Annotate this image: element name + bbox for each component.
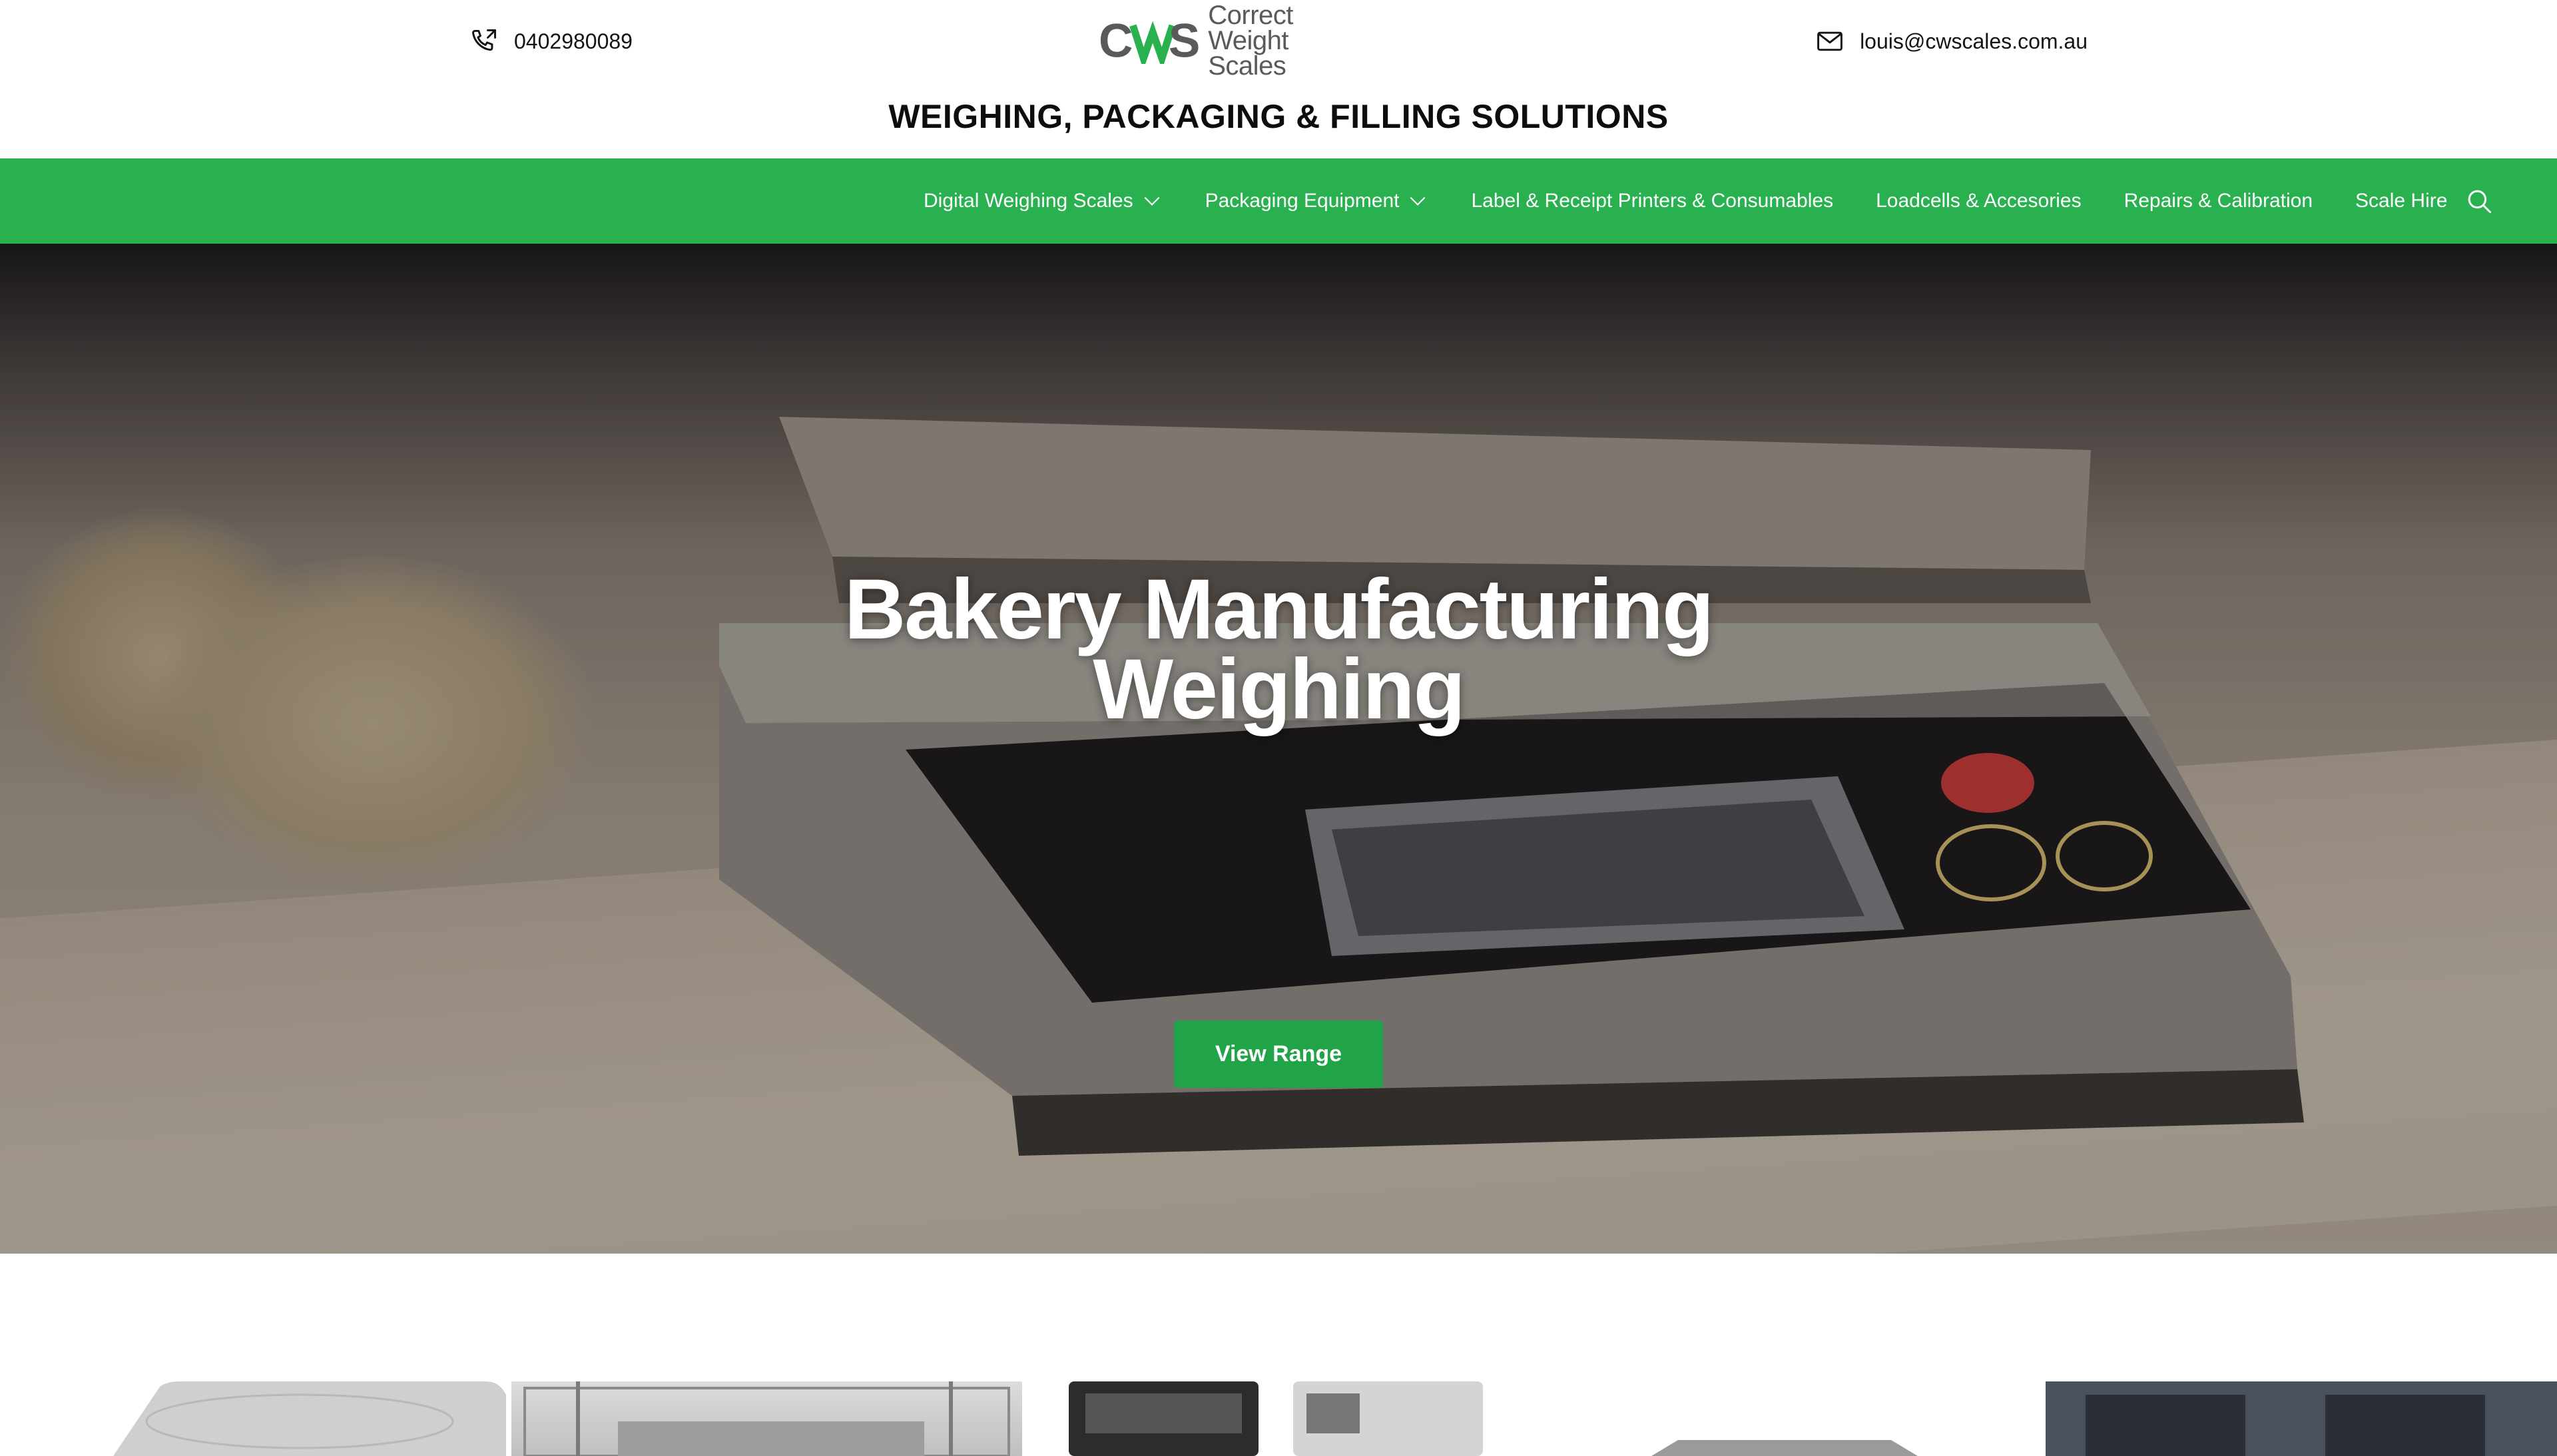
email-link[interactable]: louis@cwscales.com.au — [1860, 29, 2088, 54]
product-tile-printers[interactable] — [1065, 1381, 1485, 1456]
phone-icon — [469, 26, 499, 57]
product-category-strip — [0, 1381, 2557, 1456]
phone-number-link[interactable]: 0402980089 — [514, 29, 633, 54]
nav-item-packaging-equipment[interactable]: Packaging Equipment — [1184, 158, 1450, 244]
product-tile-scale-hire[interactable] — [2046, 1381, 2557, 1456]
nav-item-loadcells[interactable]: Loadcells & Accesories — [1854, 158, 2103, 244]
phone-contact[interactable]: 0402980089 — [469, 24, 633, 59]
nav-menu: Digital Weighing Scales Packaging Equipm… — [924, 158, 2495, 244]
svg-text:S: S — [1169, 17, 1201, 64]
email-contact[interactable]: louis@cwscales.com.au — [1815, 24, 2088, 59]
product-image-loadcell — [1651, 1440, 1918, 1456]
logo-line-2: Weight Scales — [1208, 26, 1289, 81]
product-image-packaging-machine — [523, 1381, 1010, 1456]
main-navigation: Digital Weighing Scales Packaging Equipm… — [0, 158, 2557, 244]
mail-icon — [1815, 26, 1845, 57]
search-button[interactable] — [2463, 185, 2495, 217]
site-logo[interactable]: C S Correct Weight Scales — [1099, 2, 1372, 79]
hero-content: Bakery Manufacturing Weighing View Range — [0, 244, 2557, 1254]
nav-item-label: Scale Hire — [2355, 190, 2448, 212]
product-tile-packaging[interactable] — [511, 1381, 1022, 1456]
product-image-label-printers — [1069, 1381, 1483, 1456]
chevron-down-icon — [1144, 196, 1160, 206]
product-tile-loadcells[interactable] — [1651, 1381, 1918, 1456]
chevron-down-icon — [1410, 196, 1426, 206]
nav-item-repairs-calibration[interactable]: Repairs & Calibration — [2103, 158, 2334, 244]
logo-wordmark: Correct Weight Scales — [1208, 1, 1372, 81]
nav-item-label: Loadcells & Accesories — [1876, 190, 2082, 212]
logo-line-1: Correct — [1208, 1, 1293, 30]
site-tagline: WEIGHING, PACKAGING & FILLING SOLUTIONS — [888, 98, 1669, 135]
nav-item-label: Digital Weighing Scales — [924, 190, 1133, 212]
product-image-warehouse — [2046, 1381, 2557, 1456]
nav-item-scale-hire[interactable]: Scale Hire — [2334, 158, 2460, 244]
hero-title: Bakery Manufacturing Weighing — [712, 567, 1845, 732]
nav-item-label-printers[interactable]: Label & Receipt Printers & Consumables — [1450, 158, 1854, 244]
top-header: 0402980089 C S Correct Weight Scales lou… — [0, 0, 2557, 158]
hero-title-line-2: Weighing — [1093, 642, 1466, 737]
nav-item-label: Repairs & Calibration — [2124, 190, 2313, 212]
nav-item-label: Label & Receipt Printers & Consumables — [1471, 190, 1834, 212]
product-image-bench-scale — [113, 1381, 506, 1456]
product-tile-scale[interactable] — [73, 1381, 506, 1456]
view-range-button[interactable]: View Range — [1174, 1021, 1383, 1088]
svg-text:C: C — [1099, 17, 1132, 64]
nav-item-digital-weighing-scales[interactable]: Digital Weighing Scales — [924, 158, 1184, 244]
nav-item-label: Packaging Equipment — [1205, 190, 1400, 212]
logo-mark-icon: C S — [1099, 17, 1201, 64]
hero-banner: Bakery Manufacturing Weighing View Range — [0, 244, 2557, 1254]
search-icon — [2468, 190, 2492, 214]
